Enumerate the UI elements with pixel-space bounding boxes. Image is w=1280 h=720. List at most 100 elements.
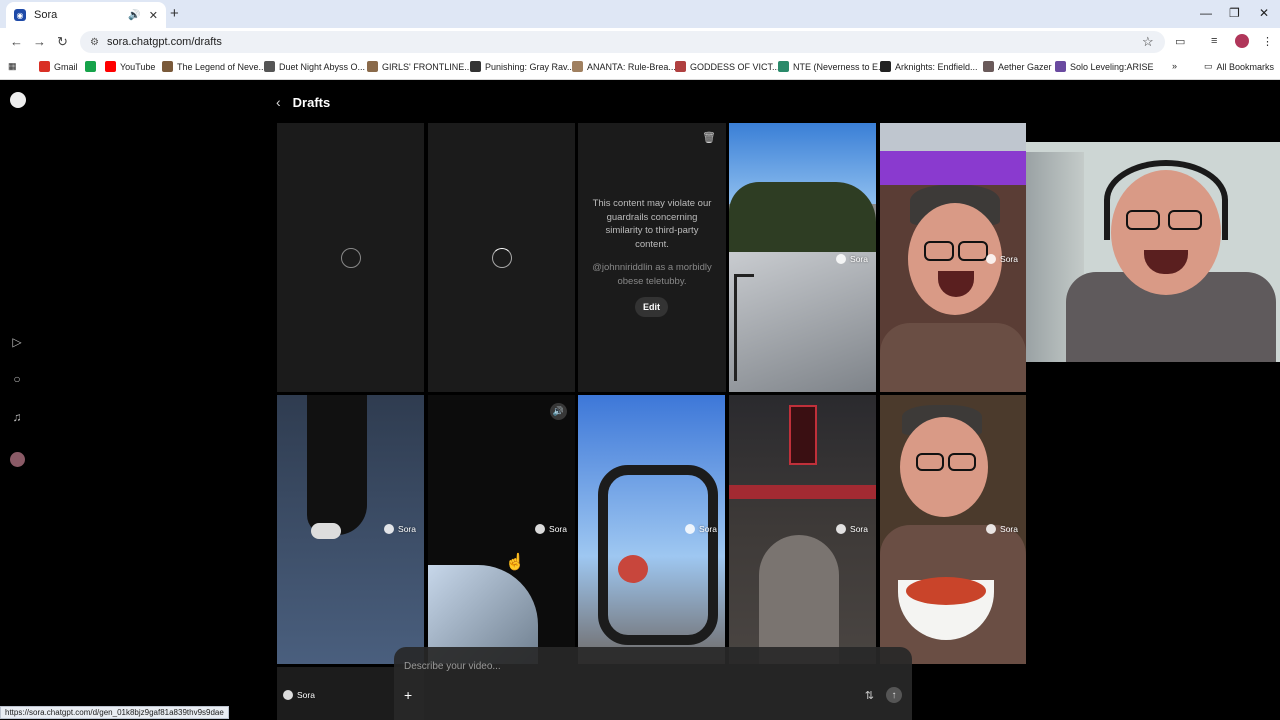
bookmarks-overflow-icon[interactable]: » [1172,61,1177,71]
tab-audio-icon[interactable]: 🔊 [128,10,140,21]
edit-button[interactable]: Edit [635,297,668,317]
bookmark-favicon-icon [470,61,481,72]
shoe-shape [311,523,341,539]
bookmark-item[interactable]: NTE (Neverness to E... [778,61,886,72]
search-icon[interactable]: ○ [10,372,24,386]
glasses-shape [948,453,976,471]
browser-tab[interactable]: ◉ Sora 🔊 ✕ [6,2,166,28]
sora-badge: Sora [283,690,315,700]
mouse-cursor-icon: ☝ [505,554,525,571]
bookmark-star-icon[interactable]: ☆ [1142,34,1154,50]
address-bar[interactable]: ⚙ sora.chatgpt.com/drafts [80,31,1165,53]
draft-tile-loading[interactable] [277,123,424,392]
guardrail-message: This content may violate our guardrails … [588,197,716,288]
bookmark-item[interactable]: Punishing: Gray Rav... [470,61,574,72]
trash-icon[interactable]: 🗑 [702,131,716,144]
media-control-icon[interactable]: ≡ [1211,35,1217,47]
bookmark-favicon-icon [1055,61,1066,72]
tab-close-icon[interactable]: ✕ [149,9,158,22]
apps-icon[interactable]: ▦ [8,61,17,72]
window-close-icon[interactable]: ✕ [1259,6,1269,20]
sora-badge: Sora [836,524,868,534]
add-media-icon[interactable]: + [404,687,412,703]
user-avatar[interactable] [10,452,25,467]
sora-mark-icon [283,690,293,700]
bookmark-item[interactable]: ANANTA: Rule-Brea... [572,61,676,72]
browser-toolbar: ← → ↻ ⚙ sora.chatgpt.com/drafts ☆ ▭ ≡ ⋮ [0,28,1280,56]
bookmark-favicon-icon [880,61,891,72]
bookmark-item[interactable]: YouTube [105,61,155,72]
folder-icon: ▭ [1204,61,1213,71]
play-icon[interactable]: ▷ [10,335,24,349]
cast-icon[interactable]: ▭ [1175,35,1185,48]
settings-sliders-icon[interactable]: ⇅ [865,689,874,702]
bookmark-favicon-icon [264,61,275,72]
loading-spinner-icon [491,247,512,268]
bookmark-item[interactable]: Gmail [39,61,78,72]
sora-badge: Sora [685,524,717,534]
forward-icon[interactable]: → [33,34,46,49]
bookmark-item[interactable]: GODDESS OF VICT... [675,61,780,72]
draft-tile-video[interactable]: Sora [880,123,1026,392]
sora-mark-icon [836,254,847,264]
purple-wall-shape [880,151,1026,185]
bookmark-favicon-icon [778,61,789,72]
spaghetti-shape [906,577,986,605]
bookmark-item[interactable]: Aether Gazer [983,61,1052,72]
page-header: ‹ Drafts [276,94,330,110]
restore-icon[interactable]: ❐ [1229,6,1240,20]
draft-tile-blocked[interactable]: 🗑 This content may violate our guardrail… [578,123,726,392]
glasses-shape [924,241,954,261]
page-title: Drafts [292,94,331,110]
draft-tile-video[interactable]: Sora [729,395,876,664]
sora-mark-icon [384,524,395,534]
stage-light-shape [729,485,876,499]
sora-mark-icon [836,524,847,534]
bookmark-item[interactable] [85,61,100,72]
draft-tile-video[interactable]: Sora [880,395,1026,664]
reload-icon[interactable]: ↻ [57,34,68,50]
browser-tab-bar: ◉ Sora 🔊 ✕ + — ❐ ✕ [0,0,1280,28]
draft-tile-video[interactable]: 🔊 Sora [428,395,575,664]
bookmark-favicon-icon [85,61,96,72]
new-tab-button[interactable]: + [170,5,179,22]
minimize-icon[interactable]: — [1200,6,1212,20]
all-bookmarks[interactable]: ▭ All Bookmarks [1204,61,1274,72]
status-url-bar: https://sora.chatgpt.com/d/gen_01k8bjz9g… [0,706,229,719]
headset-icon [1104,160,1228,240]
send-arrow-icon[interactable]: ↑ [886,687,902,703]
bell-icon[interactable]: ♫ [10,410,24,424]
draft-tile-video[interactable]: Sora [277,395,424,664]
sora-mark-icon [986,254,997,264]
draft-tile-video[interactable]: Sora [578,395,725,664]
back-icon[interactable]: ← [10,34,23,49]
draft-tile-video[interactable]: Sora [729,123,876,392]
stage-sign-shape [789,405,817,465]
profile-avatar[interactable] [1235,34,1249,48]
prompt-composer: Describe your video... + ⇅ ↑ [394,647,912,720]
bookmarks-bar: ▦ Gmail YouTube The Legend of Neve... Du… [0,56,1280,80]
bookmark-item[interactable]: Duet Night Abyss O... [264,61,365,72]
bookmark-favicon-icon [162,61,173,72]
address-text: sora.chatgpt.com/drafts [106,36,222,48]
object-shape [618,555,648,583]
bookmark-favicon-icon [572,61,583,72]
bookmark-item[interactable]: Solo Leveling:ARISE [1055,61,1154,72]
crowd-shape [759,535,839,664]
youtube-icon [105,61,116,72]
back-arrow-icon[interactable]: ‹ [276,94,281,110]
sora-favicon-icon: ◉ [14,9,26,21]
bookmark-item[interactable]: GIRLS' FRONTLINE... [367,61,472,72]
prompt-input[interactable]: Describe your video... [404,661,501,672]
sora-logo-icon[interactable] [10,92,26,108]
menu-icon[interactable]: ⋮ [1262,35,1273,48]
glasses-shape [1168,210,1202,230]
tab-title: Sora [34,9,58,21]
webcam-overlay [1026,142,1280,362]
sora-badge: Sora [986,254,1018,264]
sound-icon[interactable]: 🔊 [550,403,567,420]
site-info-icon[interactable]: ⚙ [90,37,99,48]
bookmark-item[interactable]: Arknights: Endfield... [880,61,978,72]
draft-tile-loading[interactable] [428,123,575,392]
bookmark-item[interactable]: The Legend of Neve... [162,61,266,72]
